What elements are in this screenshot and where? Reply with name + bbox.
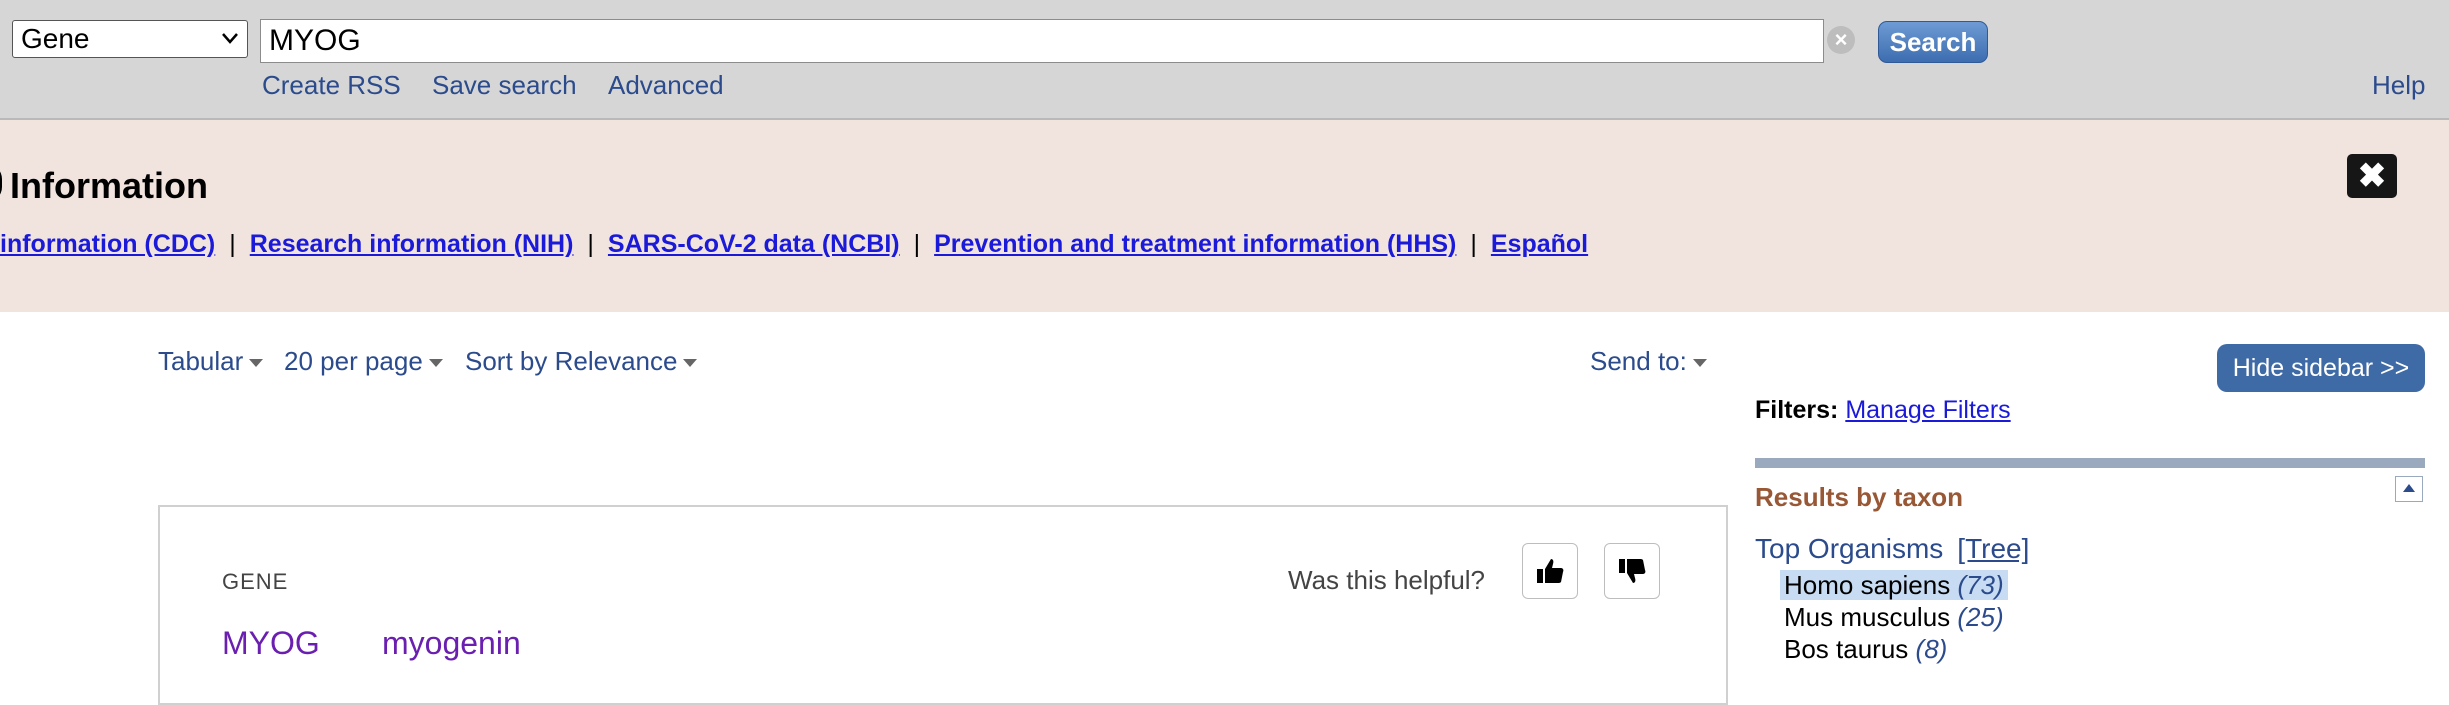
- alert-link-espanol[interactable]: Español: [1491, 230, 1588, 258]
- sort-dropdown[interactable]: Sort by Relevance: [465, 346, 698, 377]
- alert-link-hhs[interactable]: Prevention and treatment information (HH…: [934, 230, 1456, 258]
- thumbs-down-button[interactable]: [1604, 543, 1660, 599]
- send-to-dropdown[interactable]: Send to:: [1590, 346, 1707, 377]
- chevron-down-icon: [222, 33, 238, 44]
- separator: |: [1470, 230, 1477, 258]
- thumbs-up-icon: [1537, 559, 1564, 583]
- alert-links: information (CDC) | Research information (…: [0, 230, 1588, 259]
- search-input[interactable]: MYOG: [260, 19, 1824, 63]
- organism-highlight: Homo sapiens (73): [1780, 570, 2008, 600]
- alert-banner: Information information (CDC) | Research i…: [0, 120, 2449, 312]
- search-button[interactable]: Search: [1878, 21, 1988, 63]
- search-input-value: MYOG: [269, 24, 361, 57]
- help-link[interactable]: Help: [2372, 70, 2425, 101]
- separator: |: [913, 230, 921, 258]
- organism-count: (8): [1915, 634, 1948, 664]
- manage-filters-link[interactable]: Manage Filters: [1845, 396, 2010, 424]
- per-page-dropdown[interactable]: 20 per page: [284, 346, 443, 377]
- clear-search-icon[interactable]: ×: [1827, 26, 1855, 54]
- save-search-link[interactable]: Save search: [432, 70, 577, 101]
- format-dropdown[interactable]: Tabular: [158, 346, 264, 377]
- caret-down-icon: [683, 359, 698, 368]
- caret-down-icon: [428, 359, 443, 368]
- alert-link-cdc[interactable]: information (CDC): [0, 230, 215, 258]
- organism-name: Bos taurus: [1784, 634, 1909, 664]
- advanced-search-link[interactable]: Advanced: [608, 70, 724, 101]
- close-icon[interactable]: ✖: [2347, 154, 2397, 198]
- organism-count: (73): [1957, 570, 2004, 600]
- partial-letter-glyph: [0, 164, 2, 202]
- organism-count: (25): [1957, 602, 2004, 632]
- filters-label: Filters:: [1755, 396, 1839, 424]
- separator: |: [587, 230, 594, 258]
- filters-row: Filters: Manage Filters: [1755, 396, 2011, 425]
- collapse-section-button[interactable]: [2395, 476, 2423, 502]
- organism-name: Homo sapiens: [1784, 570, 1951, 600]
- search-bar: Gene MYOG × Search Create RSS Save searc…: [0, 0, 2449, 120]
- thumbs-up-button[interactable]: [1522, 543, 1578, 599]
- gene-symbol-link[interactable]: MYOG: [222, 625, 320, 662]
- card-type-label: GENE: [222, 569, 289, 594]
- alert-title-text: Information: [10, 165, 208, 206]
- hide-sidebar-button[interactable]: Hide sidebar >>: [2217, 344, 2425, 392]
- database-select[interactable]: Gene: [12, 20, 248, 58]
- helpful-question: Was this helpful?: [1288, 565, 1486, 595]
- separator: |: [229, 230, 236, 258]
- thumbs-down-icon: [1619, 559, 1646, 583]
- alert-link-nih[interactable]: Research information (NIH): [250, 230, 574, 258]
- alert-link-ncbi[interactable]: SARS-CoV-2 data (NCBI): [608, 230, 900, 258]
- database-select-value: Gene: [21, 23, 90, 54]
- format-label: Tabular: [158, 346, 244, 376]
- triangle-up-icon: [2403, 484, 2415, 492]
- alert-title: Information: [0, 164, 208, 207]
- caret-down-icon: [1692, 359, 1707, 368]
- results-by-taxon-heading: Results by taxon: [1755, 482, 1964, 512]
- top-organisms-row: Top Organisms [Tree]: [1755, 533, 2029, 565]
- organism-item[interactable]: Mus musculus (25): [1784, 602, 2004, 633]
- sidebar-divider: [1755, 458, 2425, 468]
- per-page-label: 20 per page: [284, 346, 423, 376]
- top-organisms-label: Top Organisms: [1755, 533, 1944, 564]
- create-rss-link[interactable]: Create RSS: [262, 70, 401, 101]
- caret-down-icon: [249, 359, 264, 368]
- send-to-label: Send to:: [1590, 346, 1687, 376]
- tree-link[interactable]: [Tree]: [1957, 533, 2029, 564]
- gene-result-card: GENE Was this helpful? MYOG myogenin: [158, 505, 1728, 705]
- gene-name: myogenin: [382, 625, 521, 661]
- organism-name: Mus musculus: [1784, 602, 1951, 632]
- organism-item[interactable]: Homo sapiens (73): [1780, 570, 2008, 601]
- sort-label: Sort by Relevance: [465, 346, 678, 376]
- organism-item[interactable]: Bos taurus (8): [1784, 634, 1947, 665]
